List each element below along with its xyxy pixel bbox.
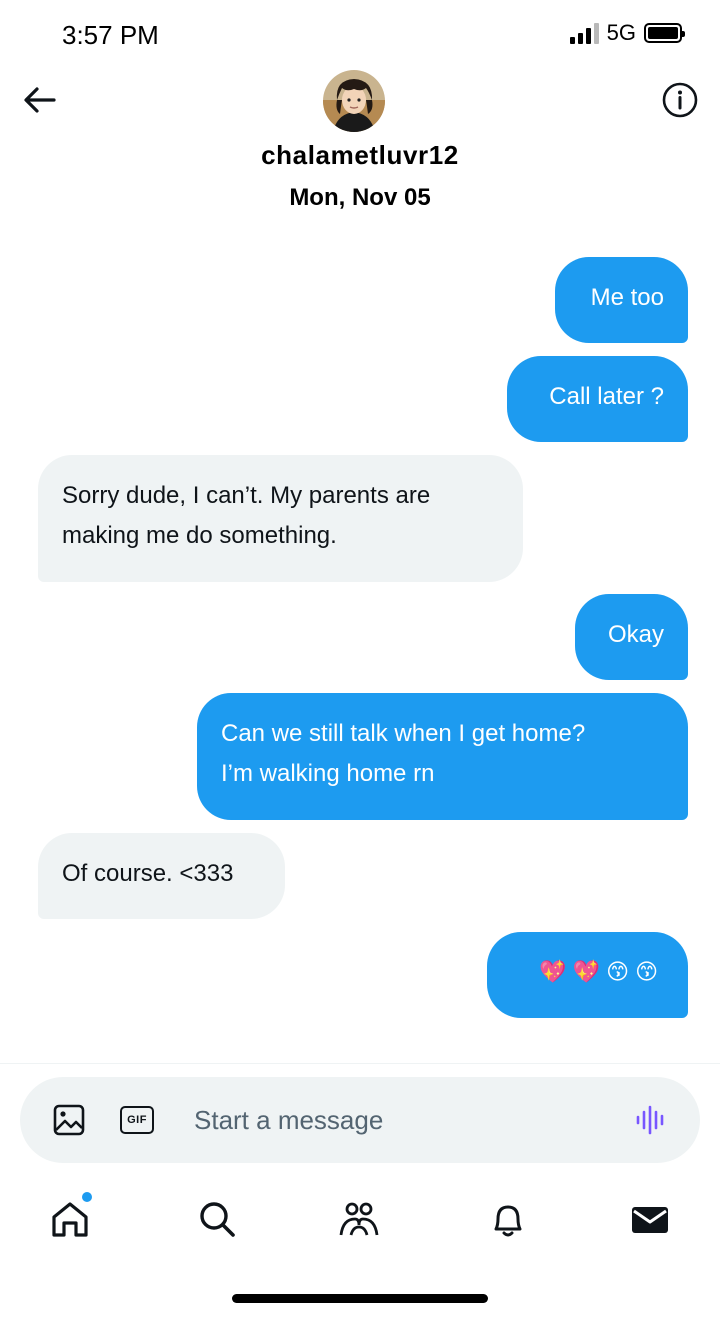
conversation-date: Mon, Nov 05: [289, 184, 431, 211]
status-indicators: 5G: [569, 20, 685, 46]
conversation-header: chalametluvr12 Mon, Nov 05: [0, 66, 720, 226]
message-text: Me too: [590, 284, 664, 311]
info-circle-icon: [662, 82, 698, 118]
composer-divider: [0, 1063, 720, 1064]
communities-icon[interactable]: [335, 1195, 383, 1243]
message-bubble-sent[interactable]: Me too: [555, 257, 688, 343]
message-input[interactable]: [194, 1077, 594, 1163]
info-button[interactable]: [660, 80, 700, 120]
avatar[interactable]: [323, 70, 385, 132]
message-emoji-text: 💖💖😙😙: [539, 960, 664, 985]
message-bubble-received[interactable]: Of course. <333: [38, 833, 285, 919]
image-icon[interactable]: [52, 1103, 86, 1137]
message-text: Call later ?: [549, 383, 664, 410]
network-type: 5G: [606, 20, 636, 45]
message-bubble-sent[interactable]: Call later ?: [507, 356, 688, 442]
message-bubble-received[interactable]: Sorry dude, I can’t. My parents are maki…: [38, 455, 523, 582]
search-icon[interactable]: [193, 1195, 241, 1243]
message-text-line: Can we still talk when I get home?: [221, 720, 586, 747]
status-bar: 3:57 PM 5G: [0, 0, 720, 70]
message-text: Of course. <333: [62, 860, 234, 887]
gif-label: GIF: [127, 1114, 147, 1126]
message-bubble-sent[interactable]: Can we still talk when I get home? I’m w…: [197, 693, 688, 820]
message-text: Okay: [607, 621, 664, 648]
arrow-left-icon: [24, 87, 56, 113]
message-bubble-sent[interactable]: 💖💖😙😙: [487, 932, 688, 1018]
message-text-line: I’m walking home rn: [221, 760, 435, 787]
signal-icon: [569, 22, 599, 44]
message-text-line: Sorry dude, I can’t. My parents are: [62, 482, 431, 509]
back-button[interactable]: [20, 80, 60, 120]
gif-button[interactable]: GIF: [120, 1106, 154, 1134]
notification-dot: [82, 1192, 92, 1202]
voice-waveform-icon[interactable]: [634, 1103, 668, 1137]
bottom-tab-bar: [0, 1185, 720, 1255]
home-indicator: [232, 1294, 488, 1303]
message-composer: GIF: [20, 1077, 700, 1163]
status-time: 3:57 PM: [62, 20, 159, 50]
battery-icon: [644, 23, 685, 43]
conversation-username[interactable]: chalametluvr12: [0, 140, 720, 171]
mail-icon[interactable]: [626, 1195, 674, 1243]
message-text-line: making me do something.: [62, 522, 337, 549]
bell-icon[interactable]: [484, 1195, 532, 1243]
home-icon[interactable]: [46, 1195, 94, 1243]
message-bubble-sent[interactable]: Okay: [575, 594, 688, 680]
